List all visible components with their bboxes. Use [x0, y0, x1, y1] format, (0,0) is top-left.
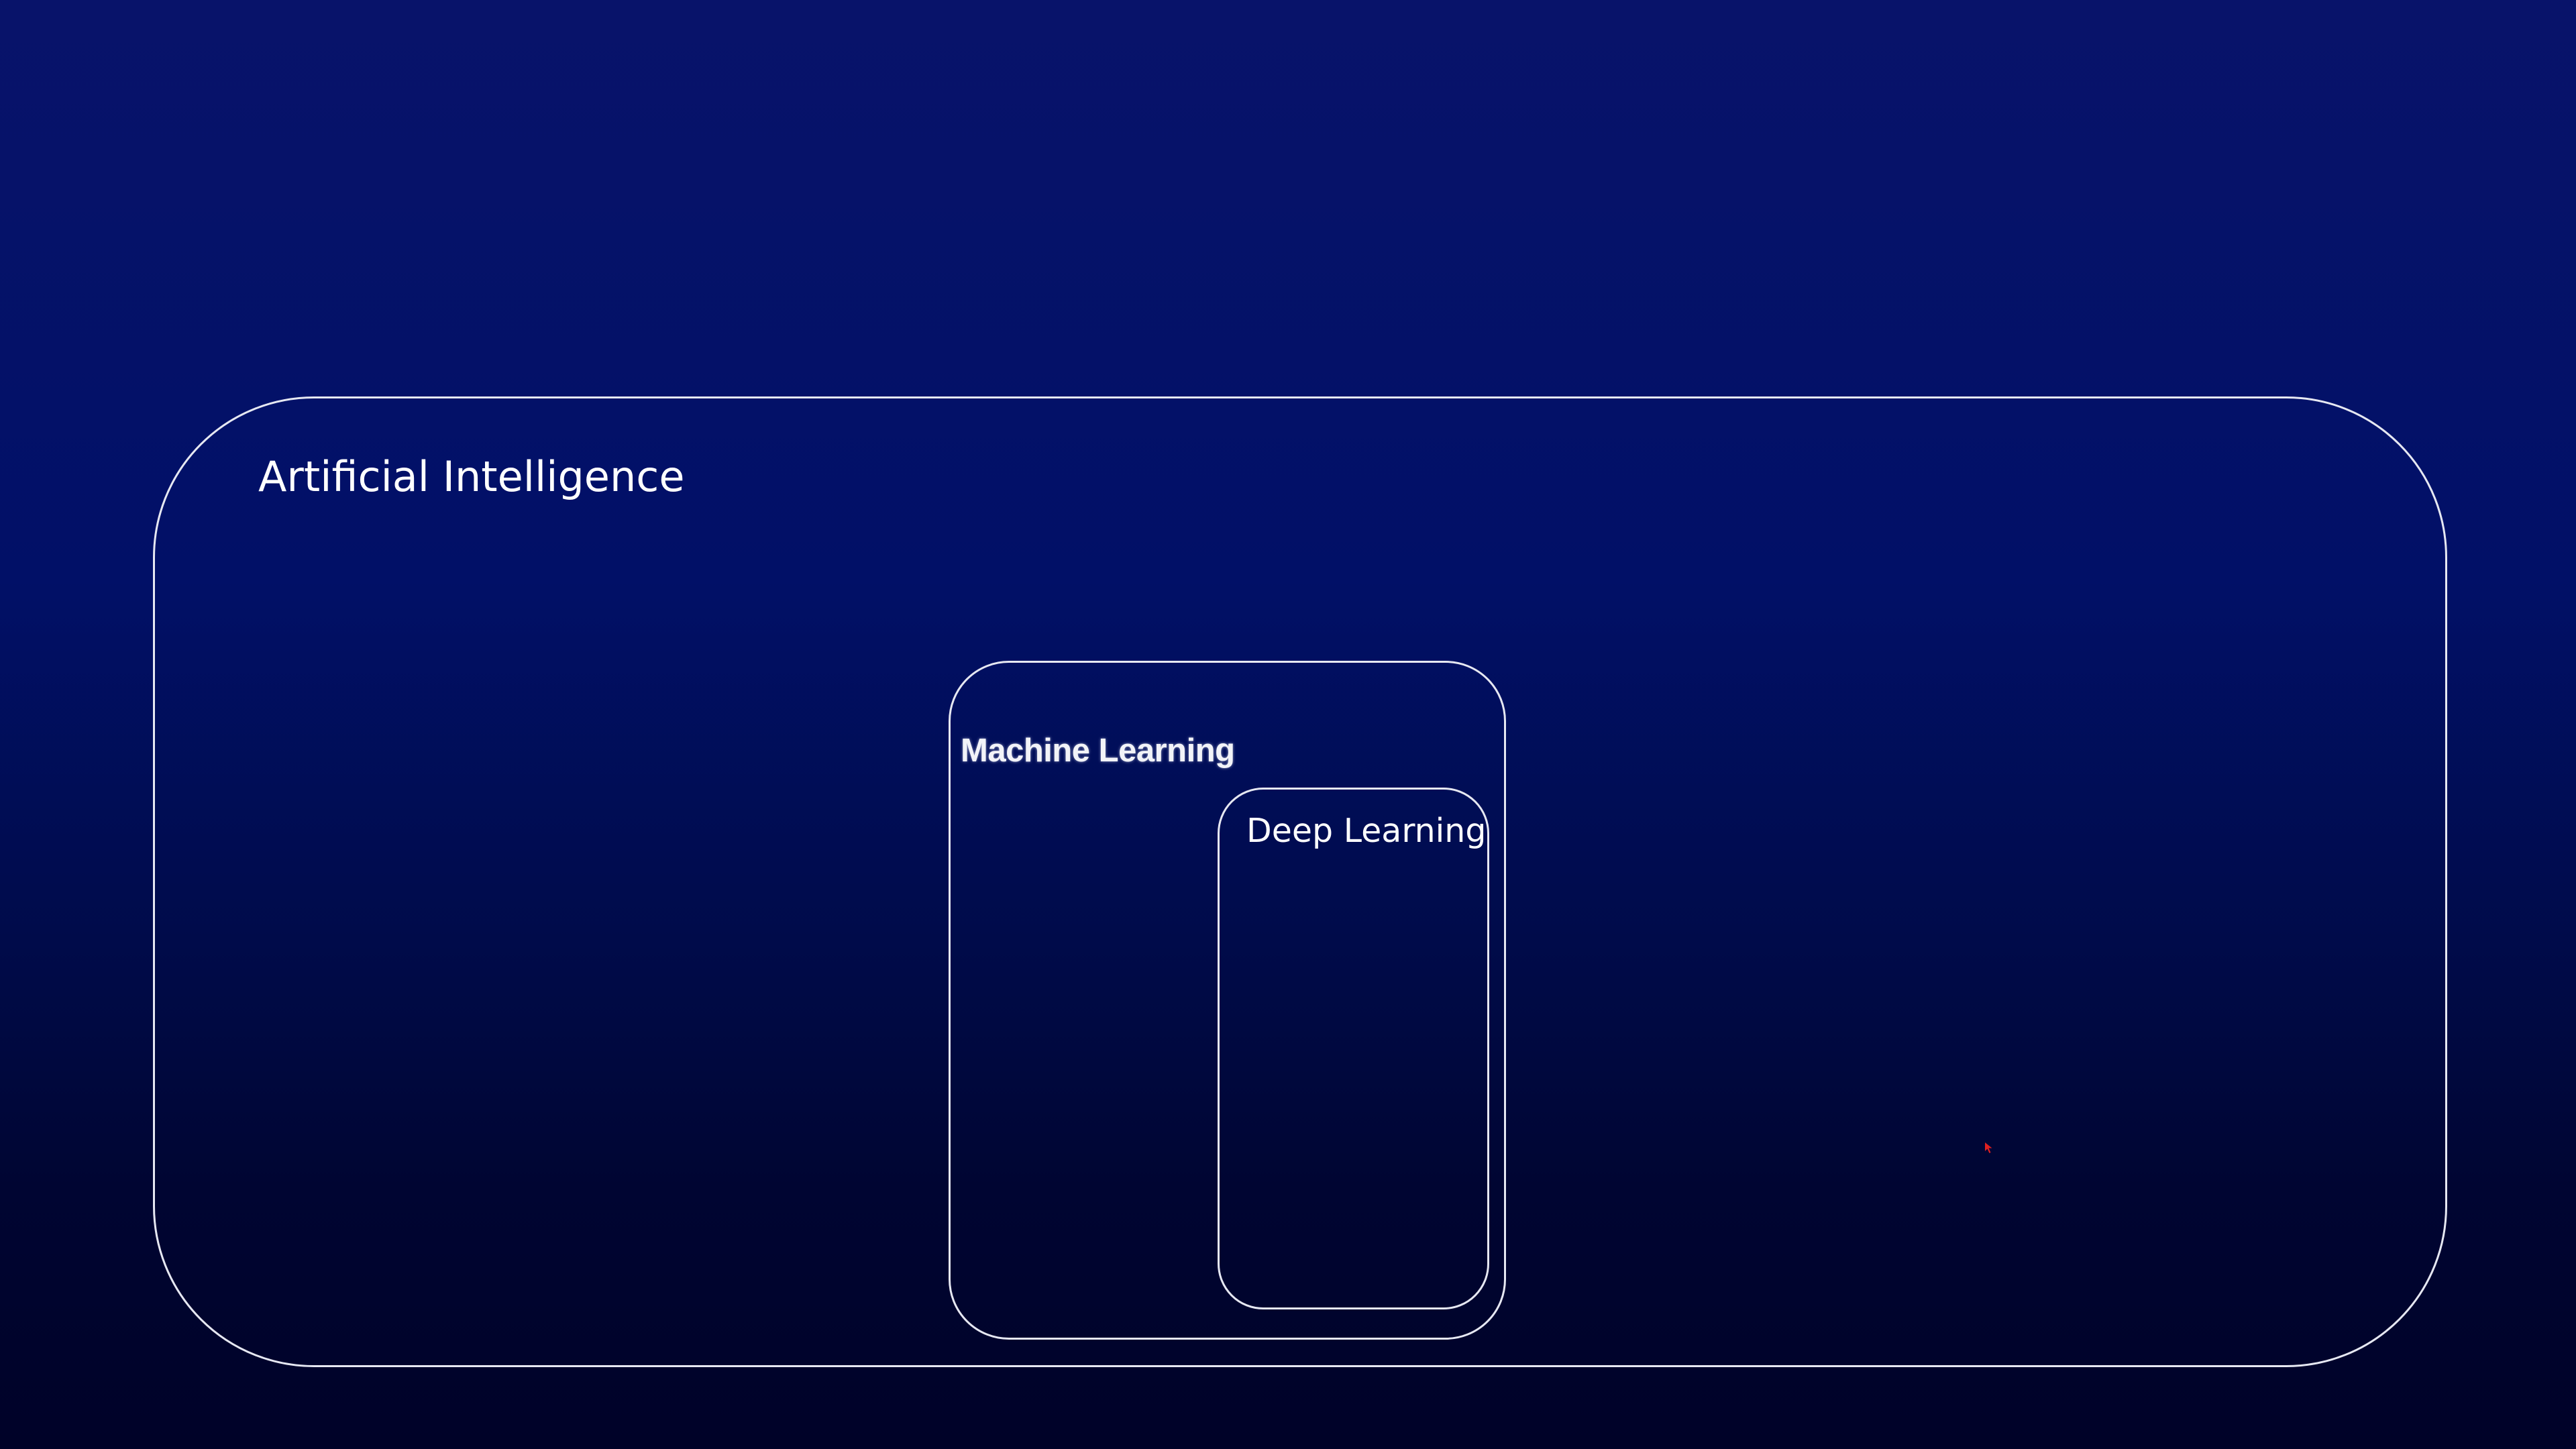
- mouse-pointer-icon: [1985, 1142, 1992, 1153]
- slide: { "diagram": { "outer": { "label": "Arti…: [0, 0, 2576, 1449]
- deep-learning-label: Deep Learning: [1246, 812, 1487, 850]
- machine-learning-label: Machine Learning: [961, 733, 1235, 769]
- artificial-intelligence-label: Artificial Intelligence: [258, 452, 685, 501]
- deep-learning-box: [1218, 788, 1489, 1309]
